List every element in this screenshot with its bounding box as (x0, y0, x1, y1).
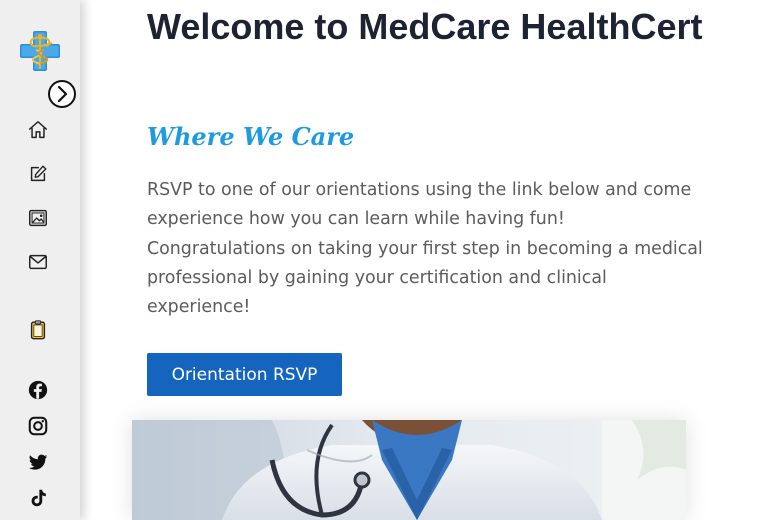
intro-paragraph: RSVP to one of our orientations using th… (147, 180, 703, 318)
sidebar (0, 0, 80, 520)
edit-icon[interactable] (27, 163, 49, 185)
facebook-icon[interactable] (27, 379, 49, 401)
medical-cross-caduceus-icon[interactable] (20, 31, 60, 71)
mail-icon[interactable] (27, 251, 49, 273)
clipboard-icon[interactable] (27, 319, 49, 341)
home-icon[interactable] (27, 119, 49, 141)
orientation-rsvp-button[interactable]: Orientation RSVP (147, 353, 342, 396)
gallery-icon[interactable] (27, 207, 49, 229)
tiktok-icon[interactable] (27, 487, 49, 509)
tagline: Where We Care (147, 122, 355, 151)
instagram-icon[interactable] (27, 415, 49, 437)
twitter-icon[interactable] (27, 451, 49, 473)
chevron-right-circle-icon[interactable] (47, 79, 77, 109)
hero-image (132, 420, 686, 520)
page-title: Welcome to MedCare HealthCert (147, 6, 703, 47)
